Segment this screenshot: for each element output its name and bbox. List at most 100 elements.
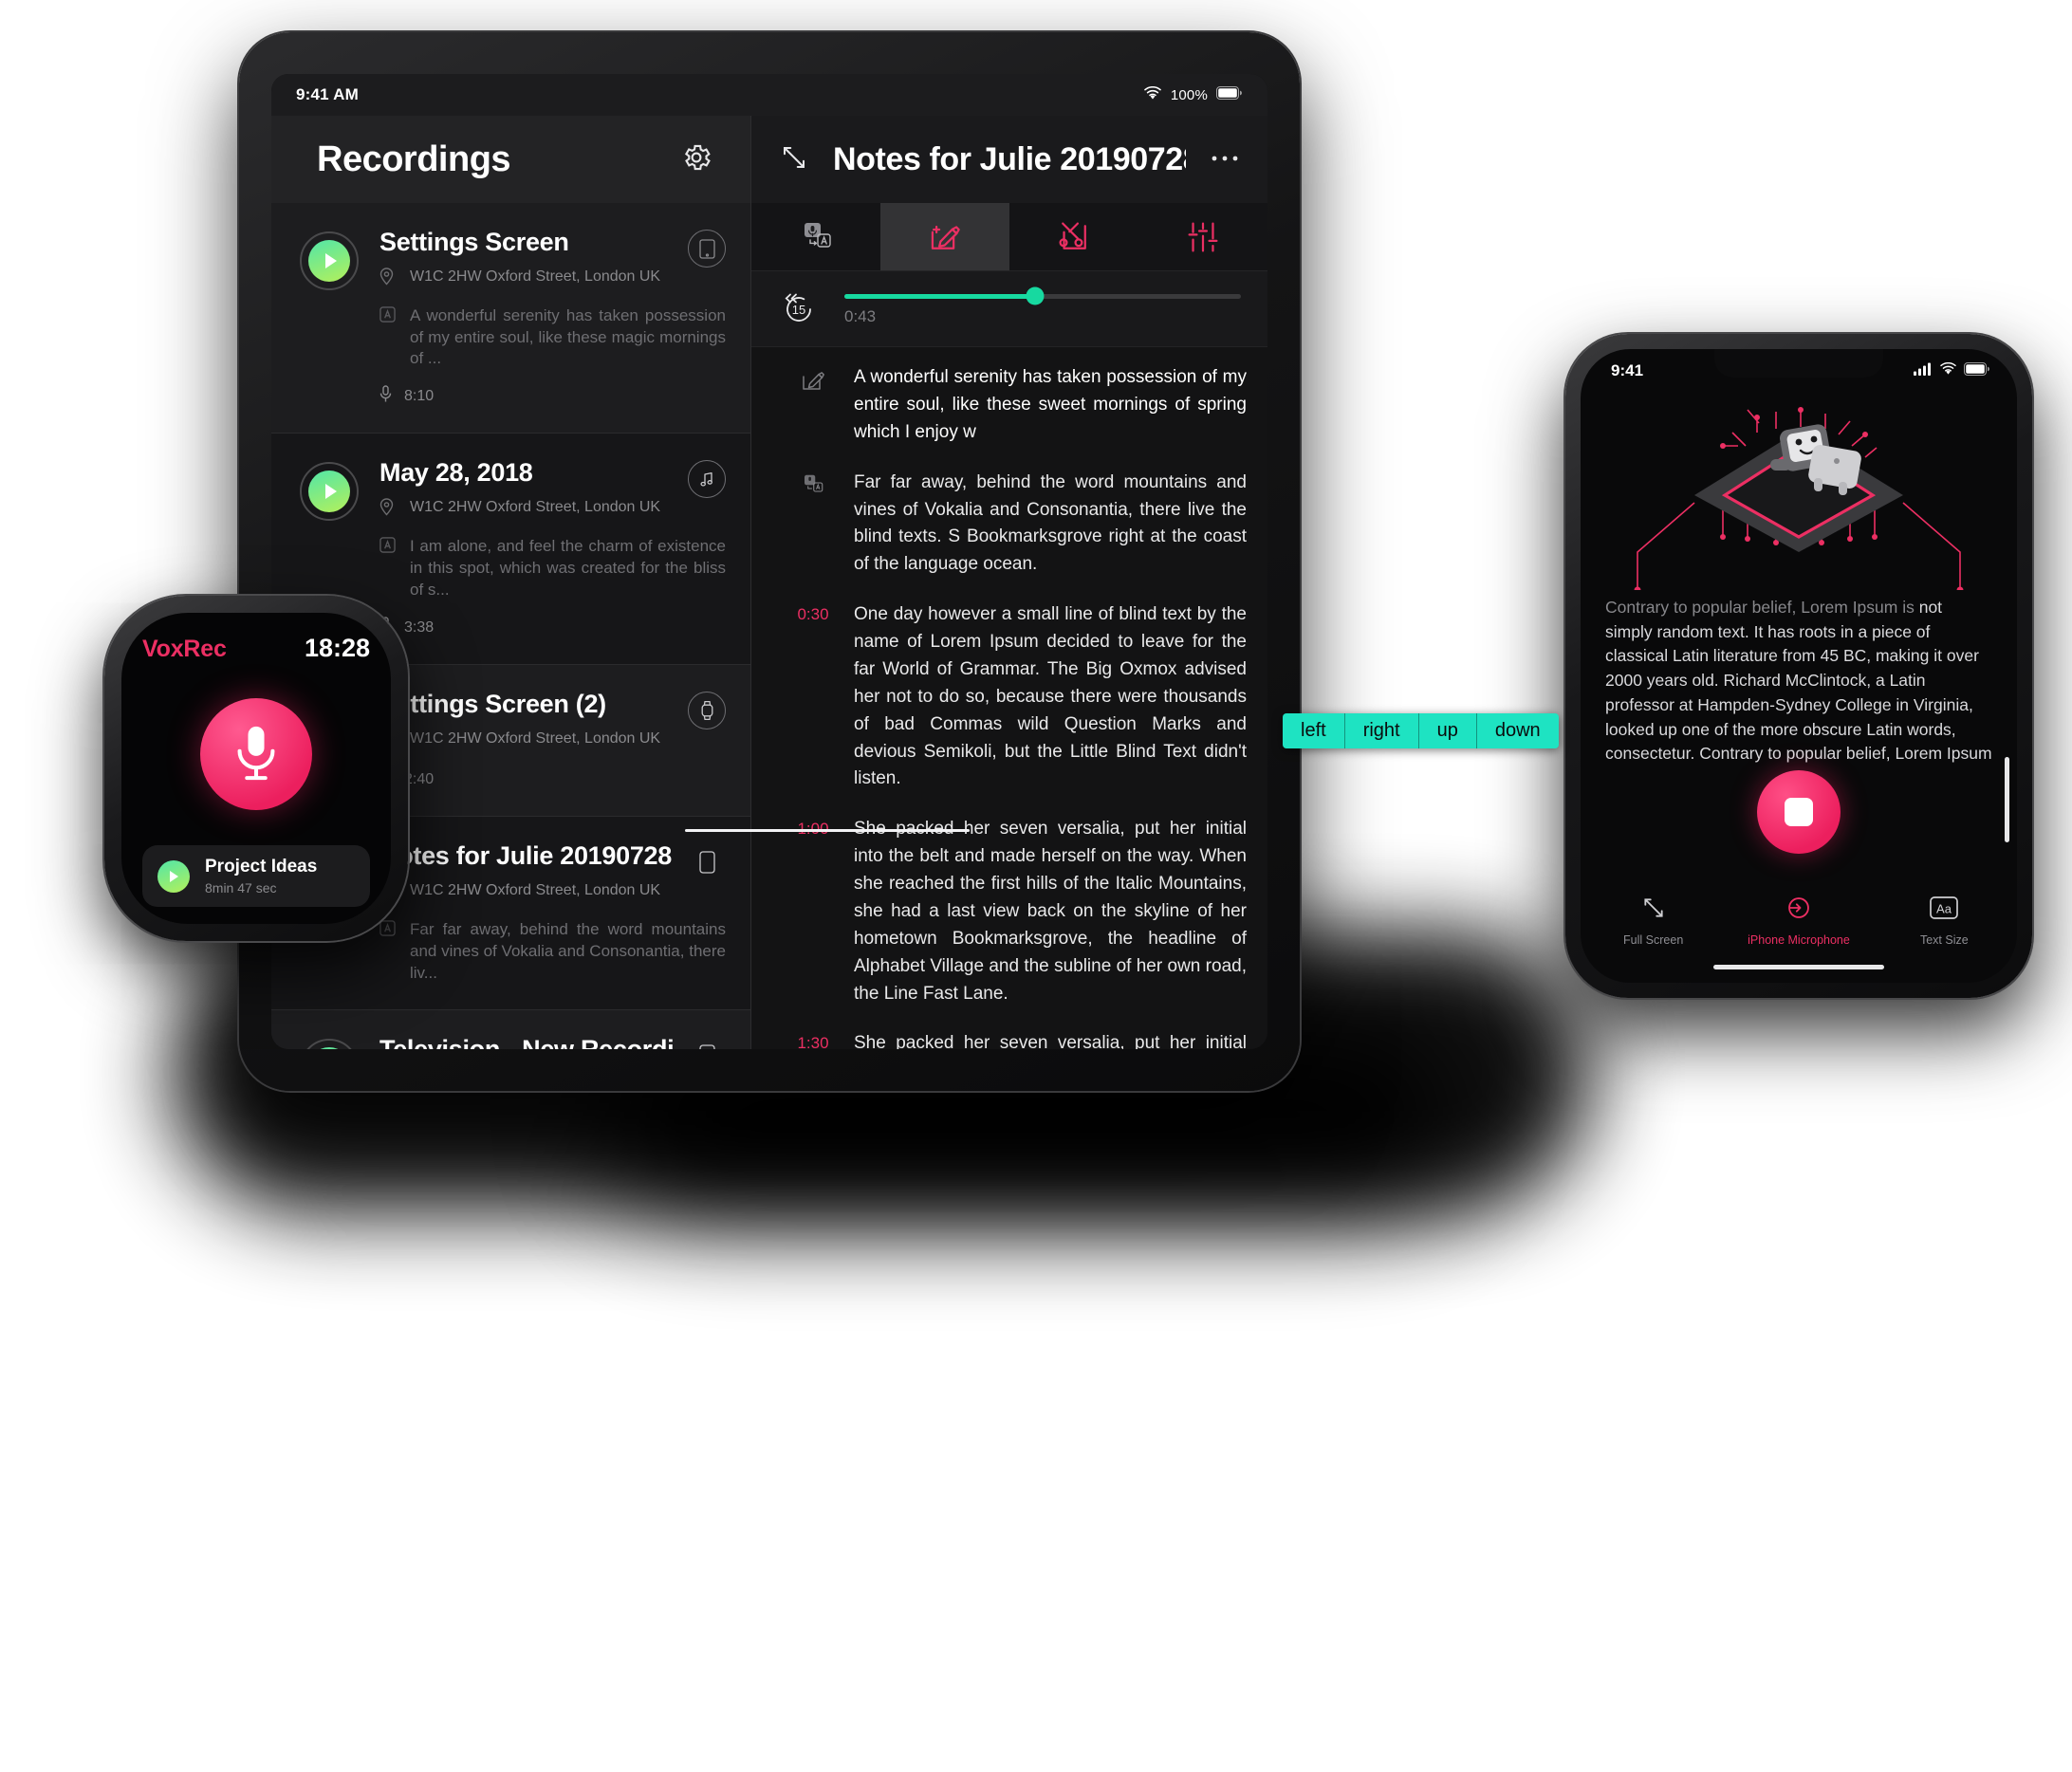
recording-title: May 28, 2018 bbox=[379, 458, 533, 488]
ipad-status-right: 100% bbox=[1143, 85, 1243, 104]
playback-scrubber[interactable]: 0:43 bbox=[844, 286, 1241, 326]
text-size-icon: Aa bbox=[1928, 895, 1960, 925]
list-item[interactable]: Settings Screen W1C 2HW Oxford Street, L… bbox=[271, 203, 750, 434]
play-button[interactable] bbox=[300, 462, 359, 522]
duration-text: 3:38 bbox=[404, 618, 435, 636]
duration-text: 8:10 bbox=[404, 388, 435, 405]
stop-square-icon bbox=[1785, 798, 1813, 826]
iphone-status-time: 9:41 bbox=[1611, 361, 1644, 379]
recording-location: W1C 2HW Oxford Street, London UK bbox=[379, 267, 726, 292]
card-subtitle: 8min 47 sec bbox=[205, 880, 277, 895]
battery-icon bbox=[1216, 86, 1243, 103]
recording-location: W1C 2HW Oxford Street, London UK bbox=[379, 497, 726, 523]
transcript-body[interactable]: A wonderful serenity has taken possessio… bbox=[751, 347, 1267, 1049]
battery-icon bbox=[1964, 361, 1990, 380]
svg-text:15: 15 bbox=[792, 303, 805, 317]
recordings-header: Recordings bbox=[271, 116, 750, 203]
rewind-15-icon[interactable]: 15 bbox=[778, 288, 820, 330]
transcript-text: She packed her seven versalia, put her i… bbox=[854, 1033, 1247, 1049]
ipad-icon bbox=[688, 230, 726, 268]
recording-transcript: Far far away, behind the word mountains … bbox=[379, 919, 726, 985]
watch-header: VoxRec 18:28 bbox=[142, 634, 370, 663]
tab-iphone-microphone[interactable]: iPhone Microphone bbox=[1726, 895, 1871, 947]
recording-title: Notes for Julie 20190728 bbox=[379, 841, 672, 871]
row-timestamp[interactable]: 1:30 bbox=[772, 1030, 854, 1049]
note-header: Notes for Julie 20190728 bbox=[751, 116, 1267, 203]
expand-arrows-icon[interactable] bbox=[780, 143, 808, 176]
text-box-icon bbox=[379, 537, 398, 560]
suggestion-left[interactable]: left bbox=[1283, 713, 1345, 748]
ipad-split-view: Recordings Settings Screen W1C 2HW Oxfor… bbox=[271, 116, 1267, 1049]
device-connector-line bbox=[685, 829, 970, 832]
location-text: W1C 2HW Oxford Street, London UK bbox=[410, 499, 661, 516]
gear-icon[interactable] bbox=[680, 141, 712, 178]
recording-location: W1C 2HW Oxford Street, London UK bbox=[379, 729, 726, 754]
tab-full-screen[interactable]: Full Screen bbox=[1581, 895, 1726, 947]
transcript-row[interactable]: 0:30 One day however a small line of bli… bbox=[751, 590, 1267, 804]
timestamp-text: 1:30 bbox=[797, 1034, 829, 1049]
tab-label: Full Screen bbox=[1623, 933, 1684, 947]
location-text: W1C 2HW Oxford Street, London UK bbox=[410, 268, 661, 285]
recording-location: W1C 2HW Oxford Street, London UK bbox=[379, 880, 726, 906]
transcript-text: Far far away, behind the word mountains … bbox=[854, 471, 1247, 575]
play-button[interactable] bbox=[300, 231, 359, 290]
text-box-icon bbox=[379, 920, 398, 943]
recording-duration: 8:10 bbox=[379, 385, 726, 408]
app-name: VoxRec bbox=[142, 636, 227, 662]
play-icon[interactable] bbox=[157, 859, 190, 893]
transcript-row[interactable]: Far far away, behind the word mountains … bbox=[751, 458, 1267, 591]
suggestion-right[interactable]: right bbox=[1345, 713, 1419, 748]
audio-player[interactable]: 15 0:43 bbox=[751, 271, 1267, 347]
note-tabbar[interactable] bbox=[751, 203, 1267, 271]
transcript-text: She packed her seven versalia, put her i… bbox=[854, 819, 1247, 1004]
ipad-device: 9:41 AM 100% Recordings Settings Screen … bbox=[239, 32, 1300, 1091]
tab-edit-note[interactable] bbox=[880, 203, 1009, 270]
watch-screen: VoxRec 18:28 Project Ideas 8min 47 sec bbox=[121, 613, 391, 924]
card-title: Project Ideas bbox=[205, 857, 318, 877]
home-indicator bbox=[1713, 965, 1884, 969]
recording-transcript: I am alone, and feel the charm of existe… bbox=[379, 536, 726, 601]
pin-icon bbox=[379, 498, 398, 523]
recording-duration: 3:38 bbox=[379, 617, 726, 639]
transcript-row[interactable]: A wonderful serenity has taken possessio… bbox=[751, 353, 1267, 458]
watch-record-area bbox=[142, 663, 370, 845]
current-time: 0:43 bbox=[844, 306, 877, 325]
tab-audio-settings[interactable] bbox=[1138, 203, 1267, 270]
autocorrect-suggestion-bar[interactable]: left right up down bbox=[1283, 713, 1559, 748]
row-timestamp[interactable]: 1:00 bbox=[772, 816, 854, 1007]
play-button[interactable] bbox=[300, 1038, 359, 1049]
body-text: not simply random text. It has roots in … bbox=[1605, 598, 1992, 764]
transcript-text: I am alone, and feel the charm of existe… bbox=[410, 537, 726, 599]
row-timestamp[interactable]: 0:30 bbox=[772, 601, 854, 793]
transcript-row[interactable]: 1:30 She packed her seven versalia, put … bbox=[751, 1019, 1267, 1049]
transcript-text: A wonderful serenity has taken possessio… bbox=[410, 305, 726, 368]
tab-text-size[interactable]: Aa Text Size bbox=[1872, 895, 2017, 947]
progress-knob[interactable] bbox=[1026, 286, 1045, 305]
watch-time: 18:28 bbox=[304, 634, 370, 662]
recording-title: Settings Screen (2) bbox=[379, 689, 606, 718]
tab-trim-audio[interactable] bbox=[1009, 203, 1138, 270]
microphone-icon bbox=[231, 723, 281, 786]
mockup-stage: 9:41 AM 100% Recordings Settings Screen … bbox=[0, 0, 2072, 1772]
ipad-screen: 9:41 AM 100% Recordings Settings Screen … bbox=[271, 74, 1267, 1049]
transcript-row[interactable]: 1:00 She packed her seven versalia, put … bbox=[751, 804, 1267, 1019]
stop-recording-button[interactable] bbox=[1757, 770, 1841, 854]
tab-speech-to-text[interactable] bbox=[751, 203, 880, 270]
now-playing-card[interactable]: Project Ideas 8min 47 sec bbox=[142, 845, 370, 907]
tab-label: iPhone Microphone bbox=[1748, 933, 1850, 947]
progress-track[interactable] bbox=[844, 286, 1241, 305]
tab-label: Text Size bbox=[1919, 933, 1969, 947]
ipad-status-bar: 9:41 AM 100% bbox=[271, 74, 1267, 116]
suggestion-down[interactable]: down bbox=[1477, 713, 1559, 748]
recording-title: Television - New Recordi... bbox=[379, 1034, 694, 1049]
more-options-icon[interactable] bbox=[1211, 151, 1239, 168]
suggestion-up[interactable]: up bbox=[1419, 713, 1477, 748]
transcribed-body-text[interactable]: Contrary to popular belief, Lorem Ipsum … bbox=[1581, 590, 2017, 766]
expand-arrows-icon bbox=[1641, 895, 1666, 925]
note-title: Notes for Julie 20190728 bbox=[833, 140, 1186, 177]
list-item[interactable]: Television - New Recordi... W1C 2HW Oxfo… bbox=[271, 1009, 750, 1049]
pin-icon bbox=[379, 268, 398, 292]
record-button[interactable] bbox=[200, 698, 312, 810]
signal-bars-icon bbox=[1914, 361, 1933, 380]
edit-pencil-icon bbox=[803, 372, 824, 390]
